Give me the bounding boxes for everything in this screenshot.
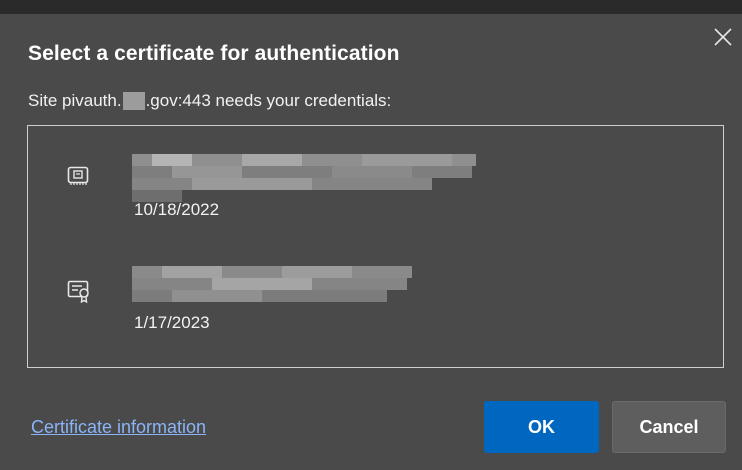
certificate-ribbon-icon [66, 278, 92, 309]
close-icon [714, 28, 732, 46]
certificate-item[interactable]: 10/18/2022 [28, 150, 723, 250]
certificate-dialog: Select a certificate for authentication … [0, 14, 742, 470]
certificate-item[interactable]: 1/17/2023 [28, 262, 723, 362]
site-credentials-message: Site pivauth. .gov:443 needs your creden… [28, 91, 391, 111]
ok-button[interactable]: OK [484, 401, 599, 453]
certificate-list: 10/18/2022 1/17/2023 [27, 125, 724, 368]
certificate-information-link[interactable]: Certificate information [31, 417, 206, 438]
cancel-button[interactable]: Cancel [612, 401, 726, 453]
certificate-expiry-date: 10/18/2022 [134, 200, 220, 219]
site-suffix: .gov:443 needs your credentials: [145, 91, 392, 110]
certificate-expiry-date: 1/17/2023 [134, 313, 210, 332]
smartcard-chip-icon [66, 164, 90, 191]
browser-top-bar [0, 0, 742, 14]
close-button[interactable] [710, 24, 736, 50]
redacted-text [122, 92, 145, 110]
site-prefix: Site pivauth. [28, 91, 122, 110]
dialog-title: Select a certificate for authentication [28, 42, 400, 65]
